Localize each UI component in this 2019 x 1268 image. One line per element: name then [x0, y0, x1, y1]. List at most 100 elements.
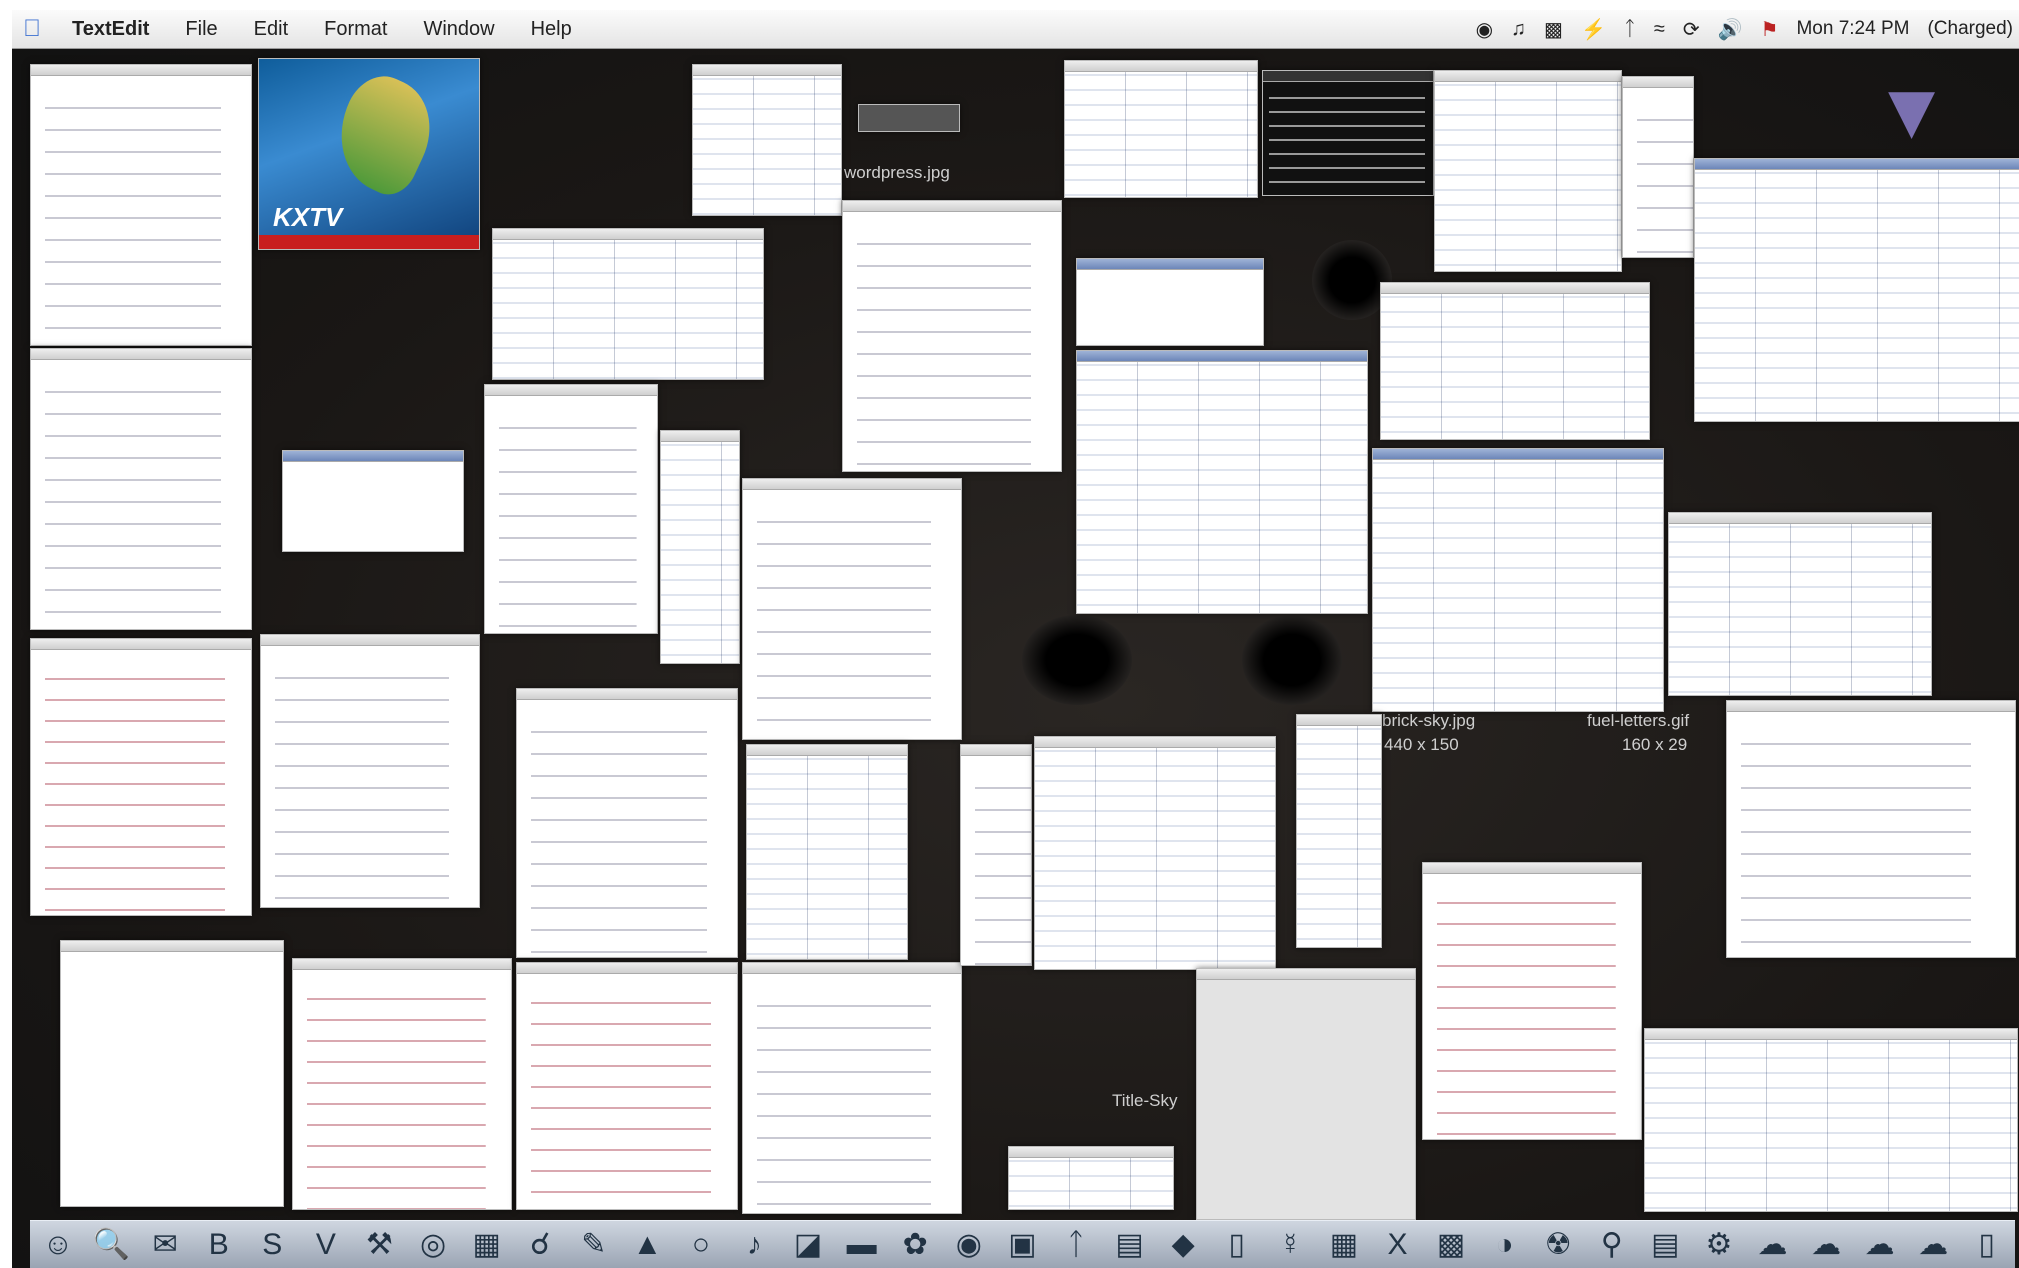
browser-window[interactable] [692, 64, 842, 216]
adium-icon[interactable]: ▲ [627, 1225, 667, 1265]
spreadsheet-window[interactable] [1034, 736, 1276, 970]
finder-window[interactable] [1434, 70, 1622, 272]
textedit-window[interactable] [960, 744, 1032, 966]
firefox-icon[interactable]: ◉ [949, 1225, 989, 1265]
textedit-window[interactable] [1422, 862, 1642, 1140]
menu-file[interactable]: File [185, 18, 217, 41]
tv-window[interactable]: KXTV [258, 58, 480, 250]
globe-icon[interactable]: ○ [681, 1225, 721, 1265]
file-label-fuel-letters[interactable]: fuel-letters.gif [1587, 710, 1689, 732]
preferences-window[interactable] [1064, 60, 1258, 198]
finder-window[interactable] [1668, 512, 1932, 696]
textedit-window[interactable] [742, 478, 962, 740]
wifi-icon[interactable]: ≈ [1654, 18, 1665, 41]
safari-icon[interactable]: ◎ [413, 1225, 453, 1265]
textedit-window[interactable] [842, 200, 1062, 472]
textedit-window[interactable] [1622, 76, 1694, 258]
pencil-icon[interactable]: ✎ [574, 1225, 614, 1265]
column-window[interactable] [1296, 714, 1382, 948]
sync-icon[interactable]: ◉ [1476, 17, 1493, 42]
file-label-title-sky[interactable]: Title-Sky [1112, 1090, 1178, 1112]
textedit-window[interactable] [1726, 700, 2016, 958]
text-icon[interactable]: ▤ [1645, 1225, 1685, 1265]
bbedit-icon[interactable]: B [199, 1225, 239, 1265]
diamond-icon[interactable]: ◆ [1163, 1225, 1203, 1265]
folder-icon[interactable]: ◪ [788, 1225, 828, 1265]
menu-window[interactable]: Window [423, 18, 494, 41]
textedit-window[interactable] [516, 962, 738, 1210]
forum-window[interactable] [1694, 158, 2019, 422]
textedit-window[interactable] [516, 688, 738, 958]
flag-icon[interactable]: ⚑ [1761, 17, 1779, 42]
small-window[interactable] [1008, 1146, 1174, 1210]
textedit-window[interactable] [60, 940, 284, 1207]
terminal-icon[interactable]: ▦ [467, 1225, 507, 1265]
list-window[interactable] [746, 744, 908, 960]
textedit-window[interactable] [1196, 968, 1416, 1220]
utility-icon[interactable]: ▤ [1110, 1225, 1150, 1265]
vim-icon[interactable]: V [306, 1225, 346, 1265]
disk-icon[interactable]: ◑ [1485, 1225, 1525, 1265]
scanner-icon[interactable]: ▬ [842, 1225, 882, 1265]
ical-icon[interactable]: ▦ [1324, 1225, 1364, 1265]
gmail-window[interactable] [1372, 448, 1664, 712]
textedit-window[interactable] [30, 638, 252, 916]
applications-icon[interactable]: ☁ [1913, 1225, 1953, 1265]
menu-format[interactable]: Format [324, 18, 387, 41]
menu-app-name[interactable]: TextEdit [72, 18, 149, 41]
network-icon[interactable]: ☌ [520, 1225, 560, 1265]
file-label-wordpress[interactable]: wordpress.jpg [844, 162, 950, 184]
display-icon[interactable]: ▩ [1544, 17, 1563, 42]
wrench-icon[interactable]: ⚙ [1699, 1225, 1739, 1265]
music-icon[interactable]: ♫ [1511, 18, 1526, 41]
nuke-icon[interactable]: ☢ [1538, 1225, 1578, 1265]
status-area: ◉ ♫ ▩ ⚡ ᛏ ≈ ⟳ 🔊 ⚑ Mon 7:24 PM (Charged) [1476, 10, 2013, 48]
documents-icon[interactable]: ☁ [1753, 1225, 1793, 1265]
bluetooth-dock-icon[interactable]: ᛏ [1056, 1225, 1096, 1265]
textedit-window[interactable] [742, 962, 962, 1214]
network-folder-icon[interactable]: ☁ [1860, 1225, 1900, 1265]
textedit-window[interactable] [260, 634, 480, 908]
script-icon[interactable]: ▣ [1002, 1225, 1042, 1265]
textedit-window[interactable] [30, 64, 252, 346]
speaker-hole [1022, 615, 1132, 705]
finder-window[interactable] [492, 228, 764, 380]
x11-icon[interactable]: X [1377, 1225, 1417, 1265]
timemachine-icon[interactable]: ⟳ [1683, 17, 1700, 42]
finder-window[interactable] [1380, 282, 1650, 440]
textedit-window[interactable] [484, 384, 658, 634]
dictionary-icon[interactable]: ▯ [1217, 1225, 1257, 1265]
news-ticker [259, 235, 479, 249]
menu-edit[interactable]: Edit [254, 18, 288, 41]
textedit-window[interactable] [30, 348, 252, 630]
image-window[interactable] [858, 104, 960, 132]
skype-icon[interactable]: S [252, 1225, 292, 1265]
xcode-icon[interactable]: ⚒ [359, 1225, 399, 1265]
keychain-icon[interactable]: ⚲ [1592, 1225, 1632, 1265]
preview-icon[interactable]: 🔍 [92, 1225, 132, 1265]
trash-icon[interactable]: ▯ [1967, 1225, 2007, 1265]
decepticon-icon: ▼ [1872, 66, 1952, 155]
power-icon[interactable]: ⚡ [1581, 17, 1606, 42]
finder-icon[interactable]: ☺ [38, 1225, 78, 1265]
clock[interactable]: Mon 7:24 PM [1796, 18, 1909, 40]
file-label-brick-sky[interactable]: brick-sky.jpg [1382, 710, 1475, 732]
textedit-window[interactable] [292, 958, 512, 1210]
menu-help[interactable]: Help [531, 18, 572, 41]
volume-icon[interactable]: 🔊 [1718, 17, 1743, 42]
alert-window[interactable] [1076, 258, 1264, 346]
finder-window[interactable] [1644, 1028, 2018, 1212]
itunes-icon[interactable]: ♪ [735, 1225, 775, 1265]
palette-window[interactable] [660, 430, 740, 664]
downloads-icon[interactable]: ☁ [1806, 1225, 1846, 1265]
apple-icon[interactable]:  [12, 15, 52, 43]
dialog-window[interactable] [282, 450, 464, 552]
terminal-window[interactable] [1262, 70, 1434, 196]
console-icon[interactable]: ▩ [1431, 1225, 1471, 1265]
sunflower-icon[interactable]: ✿ [895, 1225, 935, 1265]
gender-icon[interactable]: ☿ [1270, 1225, 1310, 1265]
bluetooth-icon[interactable]: ᛏ [1624, 18, 1636, 41]
gmail-window[interactable] [1076, 350, 1368, 614]
battery-status[interactable]: (Charged) [1927, 18, 2013, 40]
mail-icon[interactable]: ✉ [145, 1225, 185, 1265]
